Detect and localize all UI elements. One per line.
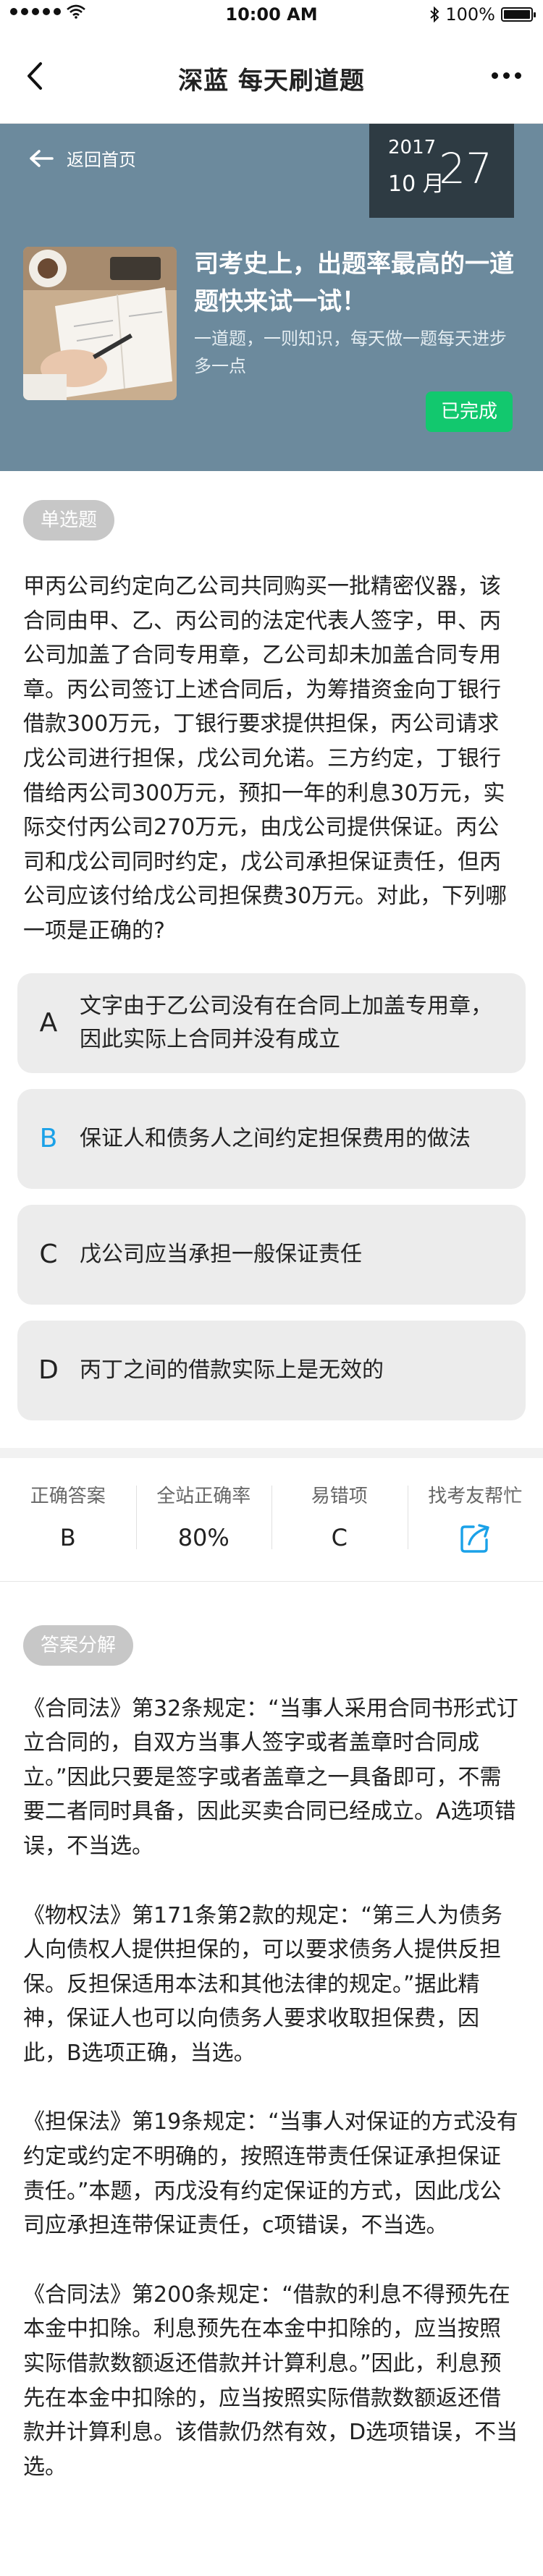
analysis-paragraph: 《担保法》第19条规定：“当事人对保证的方式没有约定或约定不明确的，按照连带责任…: [23, 2109, 518, 2239]
stat-value: 80%: [177, 1523, 230, 1551]
stat-value: C: [331, 1523, 348, 1551]
stat-site-accuracy: 全站正确率 80%: [135, 1458, 272, 1581]
battery-icon: [501, 7, 536, 22]
page-title: 深蓝 每天刷道题: [178, 67, 365, 96]
hero-headline: 司考史上，出题率最高的一道题快来试一试！: [194, 250, 514, 316]
option-letter: D: [38, 1355, 59, 1386]
bluetooth-icon: [430, 7, 439, 22]
question-section: 单选题 甲丙公司约定向乙公司共同购买一批精密仪器，该合同由甲、乙、丙公司的法定代…: [0, 471, 543, 949]
analysis-title-tag: 答案分解: [23, 1624, 134, 1666]
option-letter: B: [39, 1124, 58, 1154]
hero-banner: 返回首页 2017 10 月 27 司考史上，出题率最高的一道题快来试一试！ 一…: [0, 124, 543, 471]
analysis-paragraph: 《合同法》第200条规定：“借款的利息不得预先在本金中扣除。利息预先在本金中扣除…: [23, 2281, 518, 2480]
date-month: 10 月: [388, 171, 445, 197]
navigation-bar: 深蓝 每天刷道题: [0, 29, 543, 124]
option-letter: C: [39, 1240, 58, 1270]
status-bar: 10:00 AM 100%: [0, 0, 543, 29]
stat-label: 找考友帮忙: [428, 1485, 523, 1507]
question-type-tag: 单选题: [23, 500, 115, 541]
option-b[interactable]: B 保证人和债务人之间约定担保费用的做法: [17, 1088, 526, 1189]
date-year: 2017: [388, 137, 437, 158]
status-right: 100%: [429, 4, 536, 25]
analysis-paragraph: 《合同法》第32条规定：“当事人采用合同书形式订立合同的，自双方当事人签字或者盖…: [23, 1695, 518, 1859]
stat-label: 易错项: [311, 1485, 368, 1507]
completed-badge: 已完成: [426, 391, 513, 432]
hero-subtitle: 一道题，一则知识，每天做一题每天进步多一点: [194, 329, 507, 376]
option-c[interactable]: C 戊公司应当承担一般保证责任: [17, 1204, 526, 1305]
answer-options: A 文字由于乙公司没有在合同上加盖专用章，因此实际上合同并没有成立 B 保证人和…: [0, 949, 543, 1420]
stat-value: B: [59, 1523, 76, 1551]
analysis-paragraph: 《物权法》第171条第2款的规定：“第三人为债务人向债权人提供担保的，可以要求债…: [23, 1902, 502, 2066]
stat-label: 正确答案: [30, 1485, 106, 1507]
share-icon[interactable]: [459, 1522, 491, 1554]
option-d[interactable]: D 丙丁之间的借款实际上是无效的: [17, 1320, 526, 1420]
date-box: 2017 10 月 27: [369, 124, 514, 218]
option-text: 文字由于乙公司没有在合同上加盖专用章，因此实际上合同并没有成立: [80, 993, 492, 1052]
option-letter: A: [39, 1008, 58, 1038]
ask-friends-button[interactable]: 找考友帮忙: [407, 1458, 543, 1581]
return-home-link[interactable]: 返回首页: [29, 145, 136, 171]
section-divider: [0, 1447, 543, 1458]
stat-label: 全站正确率: [156, 1485, 251, 1507]
battery-percent: 100%: [445, 4, 495, 25]
option-text: 保证人和债务人之间约定担保费用的做法: [80, 1125, 471, 1151]
arrow-left-icon: [30, 149, 54, 167]
analysis-section: 答案分解 《合同法》第32条规定：“当事人采用合同书形式订立合同的，自双方当事人…: [0, 1582, 543, 2485]
option-text: 戊公司应当承担一般保证责任: [80, 1241, 362, 1267]
stat-common-mistake: 易错项 C: [272, 1458, 408, 1581]
option-text: 丙丁之间的借款实际上是无效的: [80, 1357, 384, 1383]
option-a[interactable]: A 文字由于乙公司没有在合同上加盖专用章，因此实际上合同并没有成立: [17, 973, 526, 1073]
question-text: 甲丙公司约定向乙公司共同购买一批精密仪器，该合同由甲、乙、丙公司的法定代表人签字…: [23, 574, 508, 944]
hero-thumbnail-image: [23, 247, 177, 400]
return-home-label: 返回首页: [67, 150, 136, 170]
more-options-icon[interactable]: [492, 72, 521, 79]
stats-row: 正确答案 B 全站正确率 80% 易错项 C 找考友帮忙: [0, 1458, 543, 1582]
stat-correct-answer: 正确答案 B: [0, 1458, 136, 1581]
date-day: 27: [439, 144, 492, 193]
